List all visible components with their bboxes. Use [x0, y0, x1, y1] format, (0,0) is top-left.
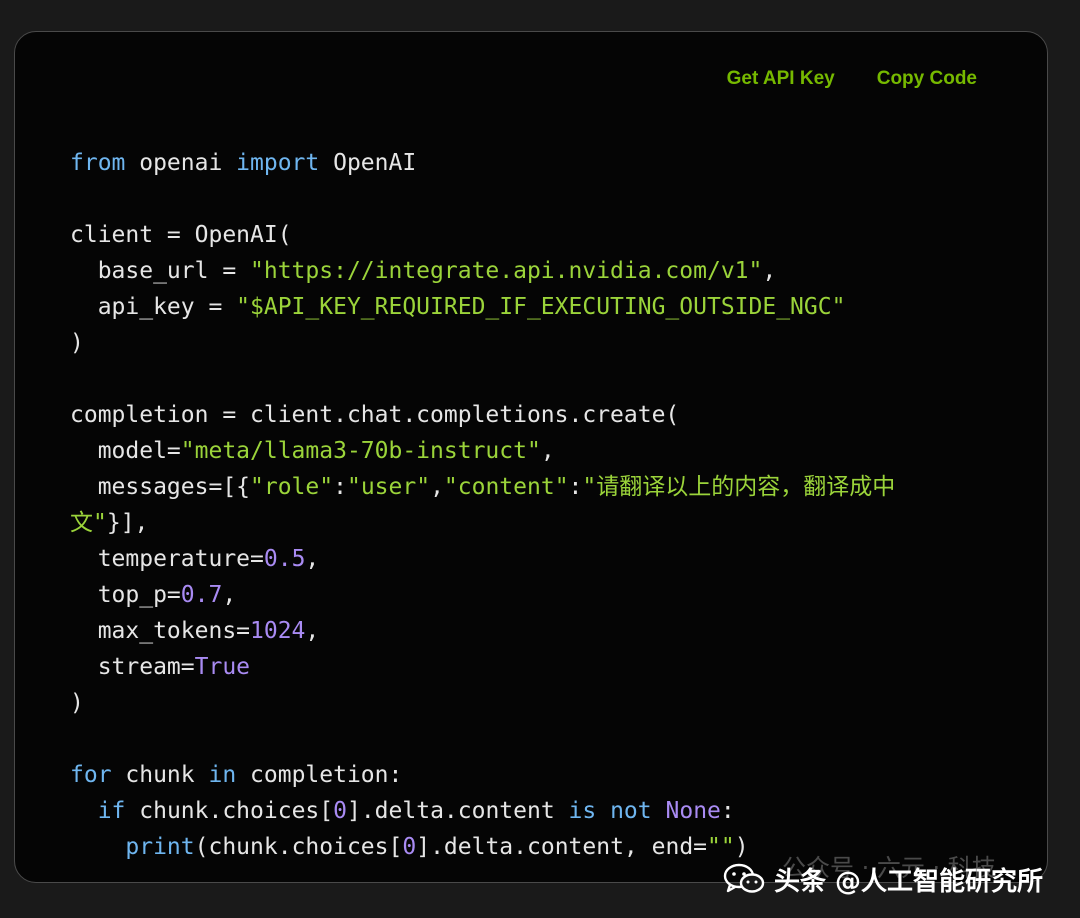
code-line: stream=True	[70, 649, 895, 685]
code-line: base_url = "https://integrate.api.nvidia…	[70, 253, 895, 289]
code-token: ].delta.content	[346, 798, 569, 824]
code-token: base_url =	[70, 258, 251, 284]
code-token: ,	[222, 582, 237, 608]
code-token: 0	[402, 834, 417, 860]
code-token: :	[720, 798, 735, 824]
code-block: from openai import OpenAI client = OpenAI…	[70, 145, 895, 865]
code-token: openai	[125, 150, 237, 176]
code-token: )	[70, 690, 84, 716]
code-line: )	[70, 325, 895, 361]
code-token: is not	[568, 798, 652, 824]
code-line: temperature=0.5,	[70, 541, 895, 577]
code-token: ].delta.content, end=	[416, 834, 708, 860]
watermark-text: 头条 @人工智能研究所	[774, 866, 1044, 897]
code-token: "meta/llama3-70b-instruct"	[180, 438, 541, 464]
code-token: True	[194, 654, 251, 680]
code-token: None	[665, 798, 721, 824]
code-snippet-panel: Get API Key Copy Code from openai import…	[14, 31, 1048, 883]
code-token: completion:	[236, 762, 403, 788]
code-token: if	[97, 798, 126, 824]
wechat-icon	[723, 863, 765, 893]
code-token: }],	[106, 510, 149, 536]
code-token: ,	[540, 438, 555, 464]
get-api-key-button[interactable]: Get API Key	[727, 68, 835, 90]
code-token: api_key =	[70, 294, 237, 320]
code-token: )	[70, 330, 84, 356]
code-token: 文"	[70, 510, 107, 536]
code-token: messages=[{	[70, 474, 251, 500]
code-actions: Get API Key Copy Code	[727, 68, 977, 90]
code-line: top_p=0.7,	[70, 577, 895, 613]
code-token: stream=	[70, 654, 195, 680]
code-token: 1024	[250, 618, 306, 644]
code-token: temperature=	[70, 546, 264, 572]
code-token: in	[208, 762, 237, 788]
code-token: 0.5	[263, 546, 306, 572]
code-token: model=	[70, 438, 181, 464]
copy-code-button[interactable]: Copy Code	[877, 68, 977, 90]
code-token: from	[70, 150, 126, 176]
code-line: client = OpenAI(	[70, 217, 895, 253]
code-token: for	[70, 762, 112, 788]
code-token: chunk	[111, 762, 209, 788]
code-token: max_tokens=	[70, 618, 251, 644]
code-token: 0.7	[180, 582, 223, 608]
code-line: completion = client.chat.completions.cre…	[70, 397, 895, 433]
code-token: "content"	[443, 474, 569, 500]
code-token: "role"	[250, 474, 334, 500]
code-token: :	[568, 474, 583, 500]
code-token: (chunk.choices[	[194, 834, 403, 860]
code-line: api_key = "$API_KEY_REQUIRED_IF_EXECUTIN…	[70, 289, 895, 325]
code-token: ,	[305, 618, 320, 644]
code-token: ,	[305, 546, 320, 572]
code-token: client = OpenAI(	[70, 222, 292, 248]
code-line: if chunk.choices[0].delta.content is not…	[70, 793, 895, 829]
code-token: 0	[333, 798, 347, 824]
watermark: 公众号 · 六元 · 科技 头条 @人工智能研究所	[722, 854, 1043, 904]
code-line: from openai import OpenAI	[70, 145, 895, 181]
code-line: for chunk in completion:	[70, 757, 895, 793]
code-token: top_p=	[70, 582, 181, 608]
code-token: print	[125, 834, 195, 860]
code-token: "$API_KEY_REQUIRED_IF_EXECUTING_OUTSIDE_…	[236, 294, 846, 320]
code-line: model="meta/llama3-70b-instruct",	[70, 433, 895, 469]
code-line: max_tokens=1024,	[70, 613, 895, 649]
code-token: ,	[762, 258, 777, 284]
code-token: "user"	[346, 474, 431, 500]
code-token: "请翻译以上的内容，翻译成中	[582, 474, 896, 500]
code-token: completion = client.chat.completions.cre…	[70, 402, 680, 428]
code-line: )	[70, 685, 895, 721]
code-line: messages=[{"role":"user","content":"请翻译以…	[70, 469, 896, 505]
code-token: ,	[430, 474, 444, 500]
code-token: chunk.choices[	[125, 798, 334, 824]
code-token: "https://integrate.api.nvidia.com/v1"	[250, 258, 763, 284]
code-token: OpenAI	[319, 150, 417, 176]
code-line: 文"}],	[70, 505, 895, 541]
code-token: import	[236, 150, 320, 176]
code-token: :	[333, 474, 347, 500]
